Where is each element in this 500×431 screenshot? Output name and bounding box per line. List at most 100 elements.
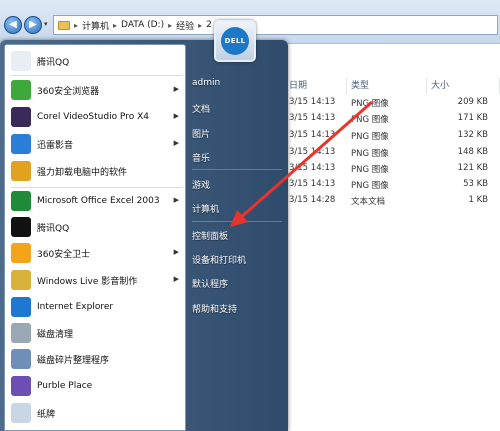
breadcrumb-separator-icon[interactable]: ▸ <box>198 21 202 30</box>
purble-place-icon <box>11 376 31 396</box>
breadcrumb-computer[interactable]: 计算机 <box>82 19 109 32</box>
submenu-arrow-icon: ▶ <box>173 248 179 256</box>
submenu-arrow-icon: ▶ <box>173 85 179 93</box>
start-right-pane: admin 文档 图片 音乐 游戏 计算机 控制面板 设备和打印机 默认程序 帮… <box>186 40 288 431</box>
program-item[interactable]: Corel VideoStudio Pro X4 ▶ <box>7 105 183 129</box>
file-type: PNG 图像 <box>351 149 389 159</box>
column-header-type[interactable]: 类型 <box>347 78 427 94</box>
separator <box>11 75 183 76</box>
separator <box>11 187 183 188</box>
program-item[interactable]: 腾讯QQ <box>7 215 183 239</box>
breadcrumb-folder[interactable]: 经验 <box>176 19 194 32</box>
forward-button[interactable]: ▶ <box>24 16 42 34</box>
file-size: 1 KB <box>468 195 488 205</box>
program-item[interactable]: 纸牌 <box>7 401 183 425</box>
user-picture-tile[interactable]: DELL <box>214 20 256 62</box>
file-size: 171 KB <box>457 113 488 123</box>
program-label: 磁盘清理 <box>37 329 74 340</box>
file-date: 3/15 14:13 <box>289 97 336 107</box>
program-item[interactable]: 迅雷影音 ▶ <box>7 132 183 156</box>
file-size: 53 KB <box>463 179 488 189</box>
file-date: 3/15 14:13 <box>289 130 336 140</box>
address-bar[interactable]: ▸ 计算机 ▸ DATA (D:) ▸ 经验 ▸ 2 <box>53 15 498 35</box>
file-type: PNG 图像 <box>351 165 389 175</box>
user-folder-link[interactable]: admin <box>192 78 220 88</box>
column-header-date[interactable]: 日期 <box>285 78 347 94</box>
column-header-size[interactable]: 大小 <box>427 78 500 94</box>
file-date: 3/15 14:13 <box>289 179 336 189</box>
breadcrumb-separator-icon[interactable]: ▸ <box>113 21 117 30</box>
program-item[interactable]: Internet Explorer <box>7 295 183 319</box>
program-item[interactable]: 腾讯QQ <box>7 49 183 73</box>
movie-maker-icon <box>11 270 31 290</box>
file-type: PNG 图像 <box>351 99 389 109</box>
submenu-arrow-icon: ▶ <box>173 275 179 283</box>
program-item[interactable]: 磁盘清理 <box>7 321 183 345</box>
program-item[interactable]: Windows Live 影音制作 ▶ <box>7 268 183 292</box>
program-item[interactable]: 360安全浏览器 ▶ <box>7 78 183 102</box>
solitaire-icon <box>11 403 31 423</box>
recent-pages-dropdown-icon[interactable]: ▾ <box>44 20 48 28</box>
program-item[interactable]: 磁盘碎片整理程序 <box>7 347 183 371</box>
file-row[interactable]: 3/15 14:13 PNG 图像 209 KB <box>285 97 500 111</box>
file-type: PNG 图像 <box>351 181 389 191</box>
file-row[interactable]: 3/15 14:13 PNG 图像 171 KB <box>285 113 500 127</box>
breadcrumb-drive[interactable]: DATA (D:) <box>121 20 164 30</box>
file-size: 132 KB <box>457 130 488 140</box>
file-type: 文本文档 <box>351 197 386 207</box>
dell-logo-icon: DELL <box>221 27 249 55</box>
file-type: PNG 图像 <box>351 132 389 142</box>
xunlei-icon <box>11 134 31 154</box>
devices-printers-link[interactable]: 设备和打印机 <box>192 253 246 266</box>
help-support-link[interactable]: 帮助和支持 <box>192 302 237 315</box>
file-row[interactable]: 3/15 14:13 PNG 图像 121 KB <box>285 163 500 177</box>
program-label: 迅雷影音 <box>37 140 74 151</box>
360-browser-icon <box>11 80 31 100</box>
file-size: 148 KB <box>457 147 488 157</box>
folder-icon <box>58 20 70 30</box>
breadcrumb-separator-icon[interactable]: ▸ <box>168 21 172 30</box>
submenu-arrow-icon: ▶ <box>173 196 179 204</box>
uninstall-icon <box>11 161 31 181</box>
file-row[interactable]: 3/15 14:28 文本文档 1 KB <box>285 195 500 209</box>
file-size: 121 KB <box>457 163 488 173</box>
file-date: 3/15 14:28 <box>289 195 336 205</box>
back-button[interactable]: ◀ <box>4 16 22 34</box>
separator <box>192 221 282 222</box>
program-label: Windows Live 影音制作 <box>37 276 138 287</box>
back-arrow-icon: ◀ <box>9 19 17 30</box>
file-type: PNG 图像 <box>351 115 389 125</box>
file-row[interactable]: 3/15 14:13 PNG 图像 53 KB <box>285 179 500 193</box>
program-label: 360安全卫士 <box>37 249 91 260</box>
excel-icon <box>11 191 31 211</box>
program-item[interactable]: Purble Place <box>7 374 183 398</box>
computer-link[interactable]: 计算机 <box>192 202 219 215</box>
disk-cleanup-icon <box>11 323 31 343</box>
pictures-link[interactable]: 图片 <box>192 127 210 140</box>
qq-icon-white <box>11 51 31 71</box>
breadcrumb-separator-icon[interactable]: ▸ <box>74 21 78 30</box>
videostudio-icon <box>11 107 31 127</box>
music-link[interactable]: 音乐 <box>192 151 210 164</box>
program-label: 强力卸载电脑中的软件 <box>37 167 128 178</box>
program-item[interactable]: Microsoft Office Excel 2003 ▶ <box>7 189 183 213</box>
file-row[interactable]: 3/15 14:13 PNG 图像 132 KB <box>285 130 500 144</box>
submenu-arrow-icon: ▶ <box>173 139 179 147</box>
control-panel-link[interactable]: 控制面板 <box>192 229 228 242</box>
defrag-icon <box>11 349 31 369</box>
program-label: 磁盘碎片整理程序 <box>37 355 110 366</box>
breadcrumb-current[interactable]: 2 <box>206 20 212 30</box>
forward-arrow-icon: ▶ <box>29 19 37 30</box>
separator <box>192 169 282 170</box>
program-label: 纸牌 <box>37 409 56 420</box>
file-row[interactable]: 3/15 14:13 PNG 图像 148 KB <box>285 147 500 161</box>
ie-icon <box>11 297 31 317</box>
program-label: Purble Place <box>37 381 93 391</box>
program-item[interactable]: 强力卸载电脑中的软件 <box>7 159 183 183</box>
program-item[interactable]: 360安全卫士 ▶ <box>7 241 183 265</box>
games-link[interactable]: 游戏 <box>192 178 210 191</box>
documents-link[interactable]: 文档 <box>192 102 210 115</box>
qq-penguin-icon <box>11 217 31 237</box>
default-programs-link[interactable]: 默认程序 <box>192 277 228 290</box>
submenu-arrow-icon: ▶ <box>173 112 179 120</box>
